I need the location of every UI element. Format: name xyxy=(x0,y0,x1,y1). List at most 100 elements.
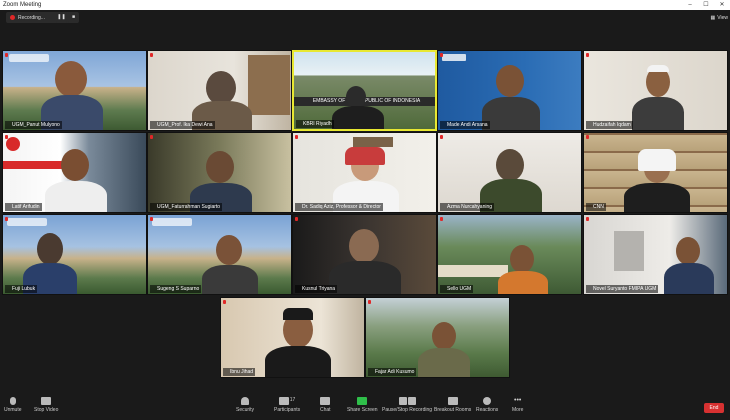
banner-text-graphic xyxy=(103,177,146,197)
grid-icon: ▦ xyxy=(710,14,716,21)
muted-mic-icon xyxy=(5,217,8,221)
building-sign xyxy=(438,265,508,277)
ugm-logo-icon xyxy=(9,54,49,62)
participant-face xyxy=(206,71,236,105)
participant-face xyxy=(432,322,456,350)
video-tile[interactable]: Novel Suryanto FMIPA UGM xyxy=(583,214,728,295)
participants-button[interactable]: 17 Participants xyxy=(274,397,300,413)
ugm-logo-icon xyxy=(7,218,47,226)
video-tile[interactable]: Dr. Sadiq Aziz, Professor & Director xyxy=(292,132,437,213)
muted-mic-icon xyxy=(5,53,8,57)
muted-mic-icon xyxy=(223,300,226,304)
video-tile[interactable]: Fajar Adi Kusumo xyxy=(365,297,510,378)
share-screen-button[interactable]: Share Screen xyxy=(347,397,378,413)
participant-name: Kusnul Triyana xyxy=(295,285,338,293)
mic-off-icon xyxy=(9,397,16,405)
end-meeting-button[interactable]: End xyxy=(704,403,724,413)
video-tile[interactable]: Made Andi Arsana xyxy=(437,50,582,131)
minimize-icon[interactable]: – xyxy=(682,0,698,10)
participant-name: Ibnu Jihad xyxy=(223,368,256,376)
participant-face xyxy=(61,149,89,181)
participant-face xyxy=(346,86,366,108)
participants-count: 17 xyxy=(289,397,296,403)
video-camera-icon xyxy=(41,397,52,405)
ugm-logo-icon xyxy=(152,218,192,226)
participant-face xyxy=(55,61,87,97)
chat-label: Chat xyxy=(320,407,331,413)
participant-body xyxy=(202,265,258,294)
pause-stop-recording-button[interactable]: Pause/Stop Recording xyxy=(382,397,432,413)
video-tile[interactable]: UGM_Faturrahman Sugiarto xyxy=(147,132,292,213)
video-tile[interactable]: UGM_Panut Mulyono xyxy=(2,50,147,131)
video-tile[interactable]: Ibnu Jihad xyxy=(220,297,365,378)
participant-name: Sello UGM xyxy=(440,285,474,293)
participant-face xyxy=(496,65,524,97)
maximize-icon[interactable]: ☐ xyxy=(698,0,714,10)
video-tile[interactable]: Latif Arifudin xyxy=(2,132,147,213)
participant-name: Hudzaifah Iqdam xyxy=(586,121,633,129)
muted-mic-icon xyxy=(368,300,371,304)
participant-name: UGM_Panut Mulyono xyxy=(5,121,62,129)
video-tile[interactable]: Sello UGM xyxy=(437,214,582,295)
more-label: More xyxy=(512,407,524,413)
participant-name: Made Andi Arsana xyxy=(440,121,490,129)
close-icon[interactable]: ✕ xyxy=(714,0,730,10)
meeting-controls-toolbar: Unmute Stop Video Security 17 Participan… xyxy=(0,395,730,420)
muted-mic-icon xyxy=(586,217,589,221)
headscarf xyxy=(345,147,385,165)
participant-body xyxy=(332,106,384,129)
muted-mic-icon xyxy=(295,217,298,221)
stop-video-button[interactable]: Stop Video xyxy=(34,397,58,413)
gallery-view: UGM_Panut Mulyono UGM_Prof. Ika Dewi Ana… xyxy=(0,25,730,395)
participant-body xyxy=(632,97,684,130)
unmute-button[interactable]: Unmute xyxy=(4,397,22,413)
muted-mic-icon xyxy=(586,53,589,57)
video-tile[interactable]: CNN xyxy=(583,132,728,213)
video-tile[interactable]: Sugeng S Suparno xyxy=(147,214,292,295)
muted-mic-icon xyxy=(150,53,153,57)
security-label: Security xyxy=(236,407,255,413)
participant-body xyxy=(498,271,548,294)
cap xyxy=(647,65,669,72)
share-screen-label: Share Screen xyxy=(347,407,378,413)
breakout-rooms-button[interactable]: Breakout Rooms xyxy=(434,397,471,413)
video-tile[interactable]: Azma Nurcahyaning xyxy=(437,132,582,213)
participant-face xyxy=(349,229,379,263)
window-titlebar: Zoom Meeting – ☐ ✕ xyxy=(0,0,730,10)
video-tile[interactable]: Fuji Lubuk xyxy=(2,214,147,295)
breakout-rooms-label: Breakout Rooms xyxy=(434,407,472,413)
bookshelf xyxy=(248,55,290,115)
participant-body xyxy=(329,261,401,294)
muted-mic-icon xyxy=(440,217,443,221)
ellipsis-icon: ••• xyxy=(514,397,522,404)
participant-name: KBRI Riyadh xyxy=(296,120,334,128)
reactions-label: Reactions xyxy=(476,407,499,413)
stop-video-label: Stop Video xyxy=(34,407,59,413)
video-tile[interactable]: UGM_Prof. Ika Dewi Ana xyxy=(147,50,292,131)
video-tile[interactable]: Kusnul Triyana xyxy=(292,214,437,295)
participant-body xyxy=(624,183,690,212)
headscarf xyxy=(638,149,676,171)
people-icon xyxy=(278,397,289,405)
cap xyxy=(283,308,313,320)
participant-body xyxy=(482,97,540,130)
stop-recording-button[interactable]: ■ xyxy=(68,12,79,23)
reactions-button[interactable]: Reactions xyxy=(476,397,498,413)
video-tile[interactable]: Hudzaifah Iqdam xyxy=(583,50,728,131)
flag-stripe xyxy=(3,161,63,169)
stop-icon xyxy=(407,397,416,405)
muted-mic-icon xyxy=(150,135,153,139)
security-button[interactable]: Security xyxy=(236,397,254,413)
office-cabinet xyxy=(614,231,644,271)
view-button[interactable]: ▦ View xyxy=(711,12,728,23)
recording-dot-icon xyxy=(10,15,15,20)
chat-button[interactable]: Chat xyxy=(320,397,331,413)
participant-face xyxy=(206,151,234,183)
smiley-icon xyxy=(483,397,492,405)
share-screen-icon xyxy=(357,397,368,405)
video-tile-active-speaker[interactable]: EMBASSY OF THE REPUBLIC OF INDONESIA KBR… xyxy=(292,50,437,131)
more-button[interactable]: ••• More xyxy=(512,397,523,413)
shield-icon xyxy=(241,397,250,405)
pause-recording-button[interactable]: ❚❚ xyxy=(56,12,67,23)
participants-label: Participants xyxy=(274,407,301,413)
